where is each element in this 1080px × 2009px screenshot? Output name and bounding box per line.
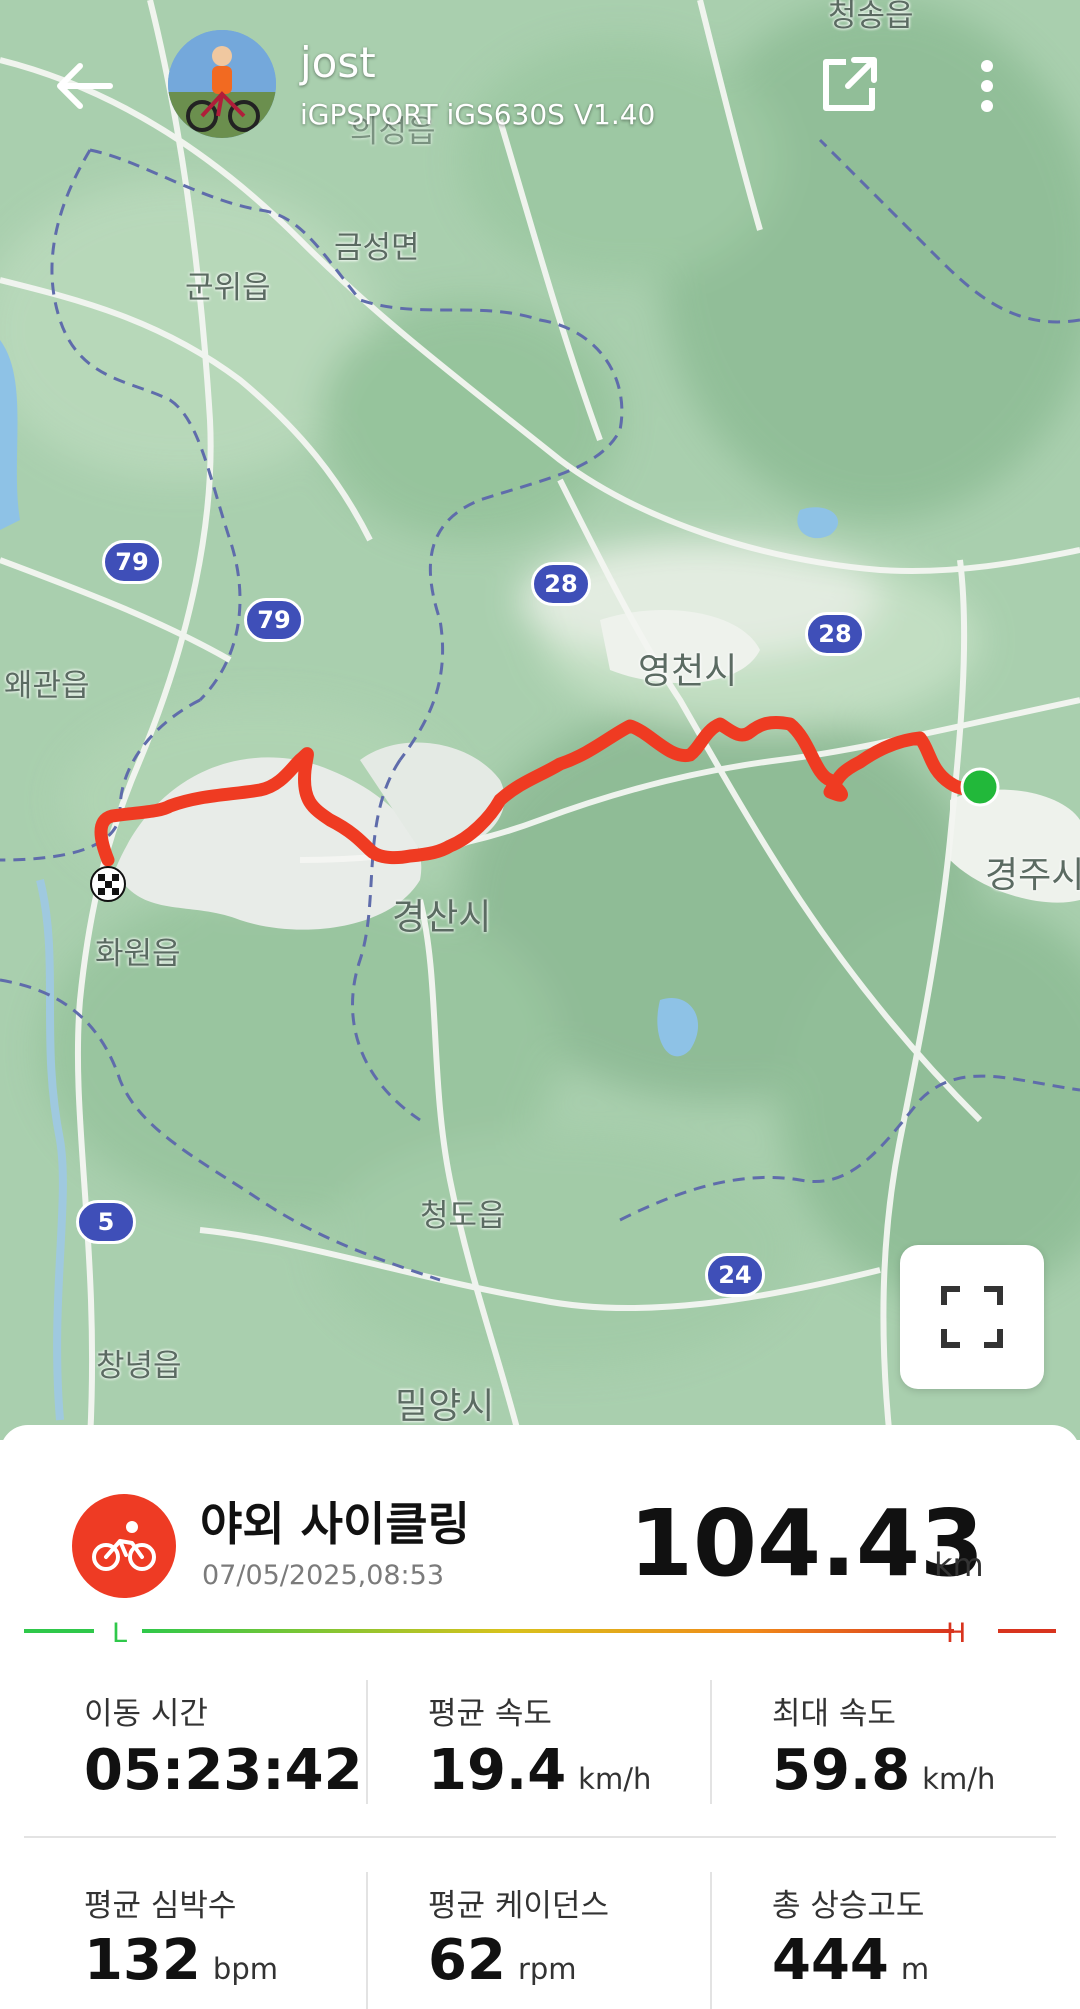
start-marker — [960, 767, 1000, 807]
back-button[interactable] — [52, 58, 116, 114]
stat-label-avg-speed: 평균 속도 — [428, 1696, 552, 1732]
stat-label-avg-cadence: 평균 케이던스 — [428, 1888, 609, 1924]
divider — [366, 1680, 368, 1804]
place-label: 창녕읍 — [96, 1348, 182, 1384]
user-name[interactable]: jost — [300, 38, 376, 87]
stat-value-avg-speed: 19.4 km/h — [428, 1738, 652, 1803]
place-label: 영천시 — [638, 651, 738, 692]
cycling-icon — [92, 1521, 156, 1571]
road-shield: 24 — [705, 1253, 765, 1297]
road-shield: 79 — [102, 540, 162, 584]
place-label: 왜관읍 — [4, 668, 90, 704]
avatar[interactable] — [168, 30, 276, 138]
place-label: 군위읍 — [185, 270, 271, 306]
place-label: 청도읍 — [420, 1198, 506, 1234]
stat-value-max-speed: 59.8 km/h — [772, 1738, 996, 1803]
finish-flag-icon — [90, 866, 126, 902]
scale-low-label: L — [112, 1618, 127, 1647]
route-map[interactable]: 금성면 군위읍 영천시 왜관읍 경산시 경주시 화원읍 청도읍 창녕읍 밀양시 … — [0, 0, 1080, 1440]
divider — [366, 1872, 368, 2009]
fullscreen-button[interactable] — [900, 1245, 1044, 1389]
place-label: 경산시 — [392, 897, 492, 938]
stat-value-moving-time: 05:23:42 — [84, 1738, 363, 1803]
place-label: 금성면 — [334, 230, 420, 266]
distance-unit: km — [934, 1546, 984, 1584]
share-icon — [823, 57, 877, 111]
road-shield: 28 — [805, 612, 865, 656]
device-name: iGPSPORT iGS630S V1.40 — [300, 98, 656, 131]
road-shield: 28 — [531, 562, 591, 606]
intensity-scale: L H — [24, 1618, 1056, 1647]
place-label: 경주시 — [985, 855, 1080, 896]
place-label: 밀양시 — [395, 1386, 495, 1427]
road-shield: 5 — [76, 1200, 136, 1244]
activity-date: 07/05/2025,08:53 — [202, 1560, 445, 1591]
stat-label-avg-heart-rate: 평균 심박수 — [84, 1888, 237, 1924]
road-shield: 79 — [244, 598, 304, 642]
divider — [710, 1680, 712, 1804]
more-vertical-icon — [981, 60, 993, 112]
place-label: 청송읍 — [828, 0, 914, 34]
activity-name: 야외 사이클링 — [200, 1497, 470, 1551]
more-button[interactable] — [972, 56, 1002, 116]
activity-type-badge — [72, 1494, 176, 1598]
avatar-photo — [168, 30, 276, 138]
stat-value-total-ascent: 444 m — [772, 1928, 930, 1993]
stat-value-avg-heart-rate: 132 bpm — [84, 1928, 278, 1993]
share-button[interactable] — [820, 54, 880, 114]
divider — [710, 1872, 712, 2009]
place-label: 화원읍 — [95, 936, 181, 972]
total-distance: 104.43 — [628, 1490, 984, 1597]
stat-label-max-speed: 최대 속도 — [772, 1696, 896, 1732]
stat-label-moving-time: 이동 시간 — [84, 1696, 208, 1732]
divider — [24, 1836, 1056, 1838]
map-terrain — [0, 0, 1080, 1440]
fullscreen-icon — [941, 1286, 1003, 1348]
scale-high-label: H — [946, 1618, 966, 1647]
back-arrow-icon — [57, 63, 113, 109]
stat-label-total-ascent: 총 상승고도 — [772, 1888, 925, 1924]
stat-value-avg-cadence: 62 rpm — [428, 1928, 577, 1993]
